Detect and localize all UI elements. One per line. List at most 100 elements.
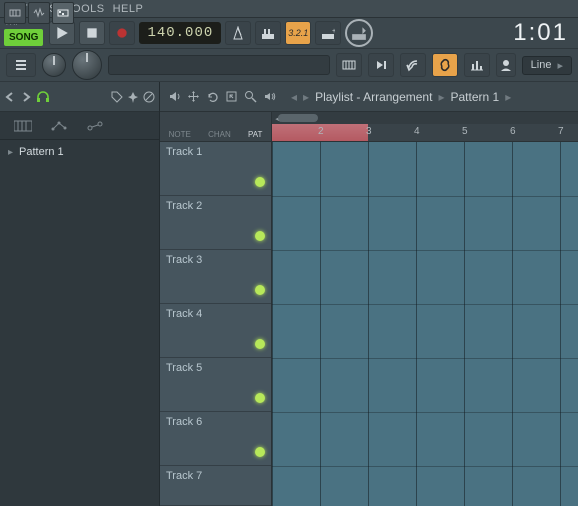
mode-song-label: SONG — [4, 29, 43, 46]
crumb-sep-icon: ▸ — [438, 90, 444, 104]
tool-speaker-icon[interactable] — [166, 89, 182, 105]
playlist-tool-icons — [166, 89, 277, 105]
track-label: Track 5 — [166, 362, 202, 374]
hdr-pat-label: PAT — [248, 130, 262, 139]
track-label: Track 6 — [166, 416, 202, 428]
track-row[interactable]: Track 7 — [160, 466, 271, 506]
tab-automation-icon[interactable] — [50, 119, 68, 133]
pattern-list-item[interactable]: Pattern 1 — [0, 140, 159, 164]
track-active-dot-icon[interactable] — [255, 177, 265, 187]
headphones-icon[interactable] — [36, 90, 50, 104]
hdr-chan-label: CHAN — [208, 130, 231, 139]
pin-icon[interactable] — [127, 91, 139, 103]
mode-wave-icon[interactable] — [28, 2, 50, 24]
playlist-breadcrumb: ◂ ▸ Playlist - Arrangement ▸ Pattern 1 ▸ — [291, 90, 511, 104]
playlist-header-row: NOTE CHAN PAT ◂ 2 3 4 5 6 7 — [160, 112, 578, 142]
playlist-pane: ◂ ▸ Playlist - Arrangement ▸ Pattern 1 ▸… — [160, 82, 578, 506]
track-row[interactable]: Track 1 — [160, 142, 271, 196]
bar-ruler[interactable]: 2 3 4 5 6 7 — [272, 124, 578, 142]
bar-tick: 7 — [558, 126, 564, 137]
crumb-more-icon[interactable]: ▸ — [505, 90, 511, 104]
tool-sound-icon[interactable] — [261, 89, 277, 105]
crumb-next-icon[interactable]: ▸ — [303, 90, 309, 104]
horizontal-scrollbar[interactable]: ◂ — [272, 112, 578, 124]
track-label: Track 7 — [166, 470, 202, 482]
user-button[interactable] — [496, 53, 516, 77]
track-row[interactable]: Track 2 — [160, 196, 271, 250]
track-label-column: Track 1 Track 2 Track 3 Track 4 Track 5 … — [160, 142, 272, 506]
countdown-button[interactable]: 3.2.1 — [285, 21, 311, 45]
main-menu-bar: OPTIONS TOOLS HELP — [0, 0, 578, 18]
browser-pane: Pattern 1 — [0, 82, 160, 506]
mode-piano-icon[interactable] — [4, 2, 26, 24]
tab-link-icon[interactable] — [86, 119, 104, 133]
bar-tick: 5 — [462, 126, 468, 137]
track-row[interactable]: Track 4 — [160, 304, 271, 358]
tag-icon[interactable] — [111, 91, 123, 103]
crumb-prev-icon[interactable]: ◂ — [291, 90, 297, 104]
track-row[interactable]: Track 5 — [160, 358, 271, 412]
grid-lines — [272, 142, 578, 506]
transport-bar: PAT SONG 140.000 3.2.1 + 1:01 — [0, 18, 578, 48]
main-pitch-knob[interactable] — [72, 50, 102, 80]
hint-bar — [108, 55, 330, 75]
browser-toolbar — [0, 82, 159, 112]
metronome-button[interactable] — [225, 21, 251, 45]
panel-menu-button[interactable] — [6, 53, 36, 77]
browser-fwd-icon[interactable] — [20, 91, 32, 103]
track-header: NOTE CHAN PAT — [160, 112, 272, 141]
tool-refresh-icon[interactable] — [204, 89, 220, 105]
browser-back-icon[interactable] — [4, 91, 16, 103]
browser-view-tabs — [0, 112, 159, 140]
track-row[interactable]: Track 3 — [160, 250, 271, 304]
track-active-dot-icon[interactable] — [255, 339, 265, 349]
song-position-display[interactable]: 1:01 — [513, 19, 574, 47]
overdub-button[interactable]: + — [315, 21, 341, 45]
h-scroll-area: ◂ 2 3 4 5 6 7 — [272, 112, 578, 141]
playlist-body: Track 1 Track 2 Track 3 Track 4 Track 5 … — [160, 142, 578, 506]
bar-tick: 2 — [318, 126, 324, 137]
track-row[interactable]: Track 6 — [160, 412, 271, 466]
track-label: Track 1 — [166, 146, 202, 158]
tool-expand-icon[interactable] — [223, 89, 239, 105]
menu-help[interactable]: HELP — [113, 3, 144, 15]
view-next-button[interactable] — [368, 53, 394, 77]
tempo-display[interactable]: 140.000 — [139, 22, 221, 44]
hint-bar-row: Line — [0, 48, 578, 82]
svg-text:+: + — [332, 28, 335, 35]
stop-button[interactable] — [79, 21, 105, 45]
countdown-label: 3.2.1 — [288, 28, 308, 38]
mode-pattern-icon[interactable] — [52, 2, 74, 24]
main-volume-knob[interactable] — [42, 53, 66, 77]
mixer-button[interactable] — [464, 53, 490, 77]
link-button[interactable] — [432, 53, 458, 77]
snap-label: Line — [531, 59, 552, 71]
track-active-dot-icon[interactable] — [255, 285, 265, 295]
undo-button[interactable] — [400, 53, 426, 77]
tool-zoom-icon[interactable] — [242, 89, 258, 105]
record-button[interactable] — [109, 21, 135, 45]
bar-tick: 3 — [366, 126, 372, 137]
track-active-dot-icon[interactable] — [255, 231, 265, 241]
wait-for-input-button[interactable] — [255, 21, 281, 45]
work-area: Pattern 1 ◂ ▸ Playlist - Arrangement ▸ P… — [0, 82, 578, 506]
play-button[interactable] — [49, 21, 75, 45]
tab-piano-icon[interactable] — [14, 119, 32, 133]
mute-off-icon[interactable] — [143, 91, 155, 103]
track-active-dot-icon[interactable] — [255, 393, 265, 403]
track-active-dot-icon[interactable] — [255, 447, 265, 457]
loop-record-button[interactable] — [345, 19, 373, 47]
track-label: Track 2 — [166, 200, 202, 212]
snap-selector[interactable]: Line — [522, 56, 572, 75]
scroll-thumb[interactable] — [278, 114, 318, 122]
playlist-pattern-label[interactable]: Pattern 1 — [450, 90, 499, 104]
view-piano-roll-button[interactable] — [336, 53, 362, 77]
bar-tick: 4 — [414, 126, 420, 137]
hdr-note-label: NOTE — [169, 130, 191, 139]
track-label: Track 3 — [166, 254, 202, 266]
playlist-grid[interactable] — [272, 142, 578, 506]
pattern-name-label: Pattern 1 — [19, 146, 64, 158]
tool-move-icon[interactable] — [185, 89, 201, 105]
playlist-title-label: Playlist - Arrangement — [315, 90, 432, 104]
track-label: Track 4 — [166, 308, 202, 320]
